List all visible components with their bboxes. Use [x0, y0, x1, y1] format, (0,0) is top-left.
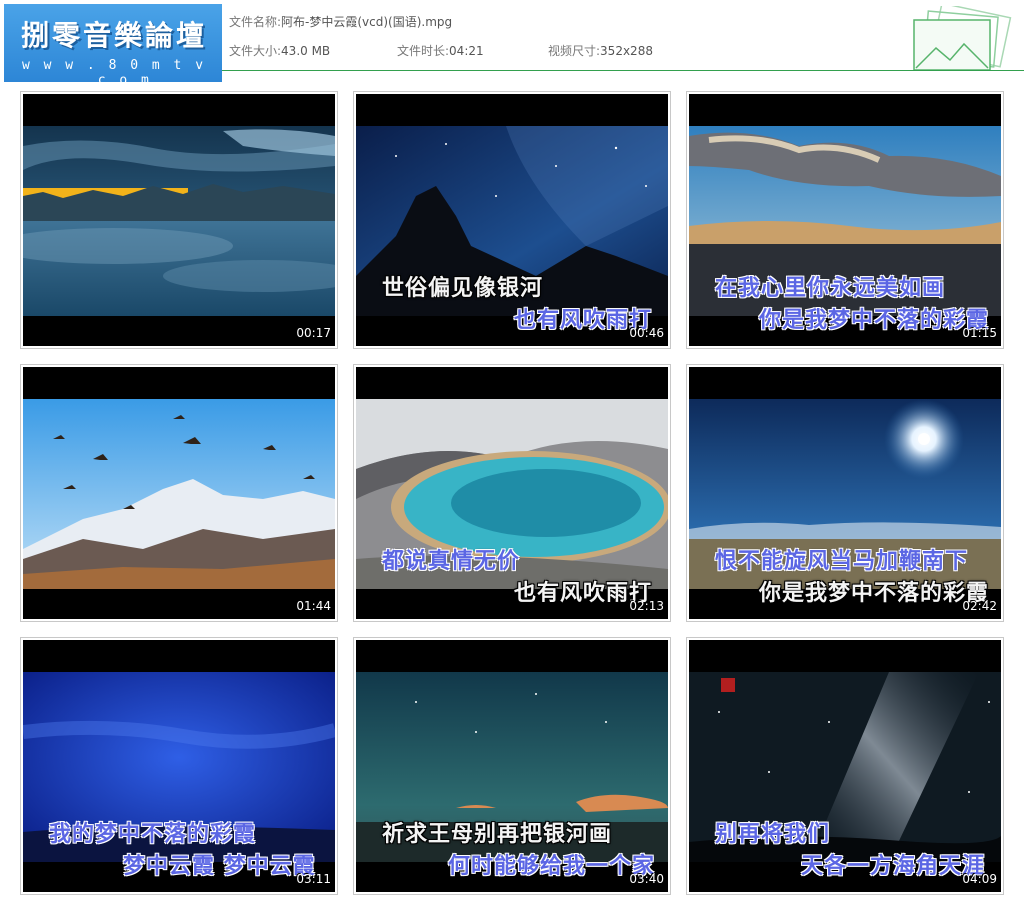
file-size-value: 43.0 MB [281, 44, 331, 58]
channel-seal-icon [721, 678, 735, 692]
thumbnail[interactable]: 世俗偏见像银河 也有风吹雨打 00:46 [353, 91, 671, 349]
timestamp: 04:09 [962, 872, 997, 886]
lyric-line-1: 祈求王母别再把银河画 [382, 822, 613, 847]
timestamp: 01:15 [962, 326, 997, 340]
lyric-line-2: 何时能够给我一个家 [448, 854, 656, 879]
logo-url: w w w . 8 0 m t v . c o m [21, 58, 207, 88]
timestamp: 00:17 [296, 326, 331, 340]
video-frame: 00:17 [23, 94, 335, 346]
scene-image [23, 399, 335, 589]
timestamp: 02:42 [962, 599, 997, 613]
lyric-line-1: 别再将我们 [715, 822, 831, 847]
logo-title: 捌零音樂論壇 [20, 19, 207, 52]
thumbnail[interactable]: 我的梦中不落的彩霞 梦中云霞 梦中云霞 03:11 [20, 637, 338, 895]
lyric-line-2: 梦中云霞 梦中云霞 [123, 854, 316, 879]
file-size-row: 文件大小:43.0 MB [229, 42, 330, 59]
thumbnail[interactable]: 别再将我们 天各一方海角天涯 04:09 [686, 637, 1004, 895]
dimensions-row: 视频尺寸:352x288 [548, 42, 653, 59]
file-name-value: 阿布-梦中云霞(vcd)(国语).mpg [281, 15, 453, 29]
lyric-line-1: 恨不能旋风当马加鞭南下 [715, 549, 969, 574]
timestamp: 00:46 [629, 326, 664, 340]
video-frame: 我的梦中不落的彩霞 梦中云霞 梦中云霞 03:11 [23, 640, 335, 892]
file-name-row: 文件名称:阿布-梦中云霞(vcd)(国语).mpg [229, 13, 452, 30]
lyric-line-1: 我的梦中不落的彩霞 [49, 822, 257, 847]
timestamp: 02:13 [629, 599, 664, 613]
thumbnail[interactable]: 恨不能旋风当马加鞭南下 你是我梦中不落的彩霞 02:42 [686, 364, 1004, 622]
video-frame: 在我心里你永远美如画 你是我梦中不落的彩霞 01:15 [689, 94, 1001, 346]
thumbnail[interactable]: 都说真情无价 也有风吹雨打 02:13 [353, 364, 671, 622]
lyric-line-1: 世俗偏见像银河 [382, 276, 544, 301]
file-name-label: 文件名称: [229, 15, 282, 29]
duration-label: 文件时长: [397, 44, 450, 58]
thumbnail[interactable]: 在我心里你永远美如画 你是我梦中不落的彩霞 01:15 [686, 91, 1004, 349]
lyric-line-1: 在我心里你永远美如画 [715, 276, 946, 301]
lyric-line-2: 天各一方海角天涯 [801, 854, 986, 879]
video-frame: 01:44 [23, 367, 335, 619]
lyric-line-2: 你是我梦中不落的彩霞 [759, 308, 990, 333]
timestamp: 03:11 [296, 872, 331, 886]
thumbnail[interactable]: 01:44 [20, 364, 338, 622]
lyric-line-1: 都说真情无价 [382, 549, 521, 574]
scene-image [23, 126, 335, 316]
header-divider [222, 70, 1024, 71]
video-frame: 恨不能旋风当马加鞭南下 你是我梦中不落的彩霞 02:42 [689, 367, 1001, 619]
video-frame: 别再将我们 天各一方海角天涯 04:09 [689, 640, 1001, 892]
thumbnail-grid: 00:17 世俗偏见像银河 也有风吹雨打 00:46 在我心里你永远美如画 你是… [20, 91, 1006, 911]
dimensions-label: 视频尺寸: [548, 44, 601, 58]
dimensions-value: 352x288 [600, 44, 653, 58]
video-frame: 都说真情无价 也有风吹雨打 02:13 [356, 367, 668, 619]
thumbnail[interactable]: 00:17 [20, 91, 338, 349]
video-frame: 世俗偏见像银河 也有风吹雨打 00:46 [356, 94, 668, 346]
header: 捌零音樂論壇 w w w . 8 0 m t v . c o m 文件名称:阿布… [0, 0, 1024, 88]
picture-stack-icon [913, 6, 1012, 71]
lyric-line-2: 你是我梦中不落的彩霞 [759, 581, 990, 606]
thumbnail[interactable]: 祈求王母别再把银河画 何时能够给我一个家 03:40 [353, 637, 671, 895]
video-frame: 祈求王母别再把银河画 何时能够给我一个家 03:40 [356, 640, 668, 892]
duration-value: 04:21 [449, 44, 484, 58]
timestamp: 03:40 [629, 872, 664, 886]
site-logo: 捌零音樂論壇 w w w . 8 0 m t v . c o m [4, 4, 222, 88]
timestamp: 01:44 [296, 599, 331, 613]
duration-row: 文件时长:04:21 [397, 42, 484, 59]
file-size-label: 文件大小: [229, 44, 282, 58]
